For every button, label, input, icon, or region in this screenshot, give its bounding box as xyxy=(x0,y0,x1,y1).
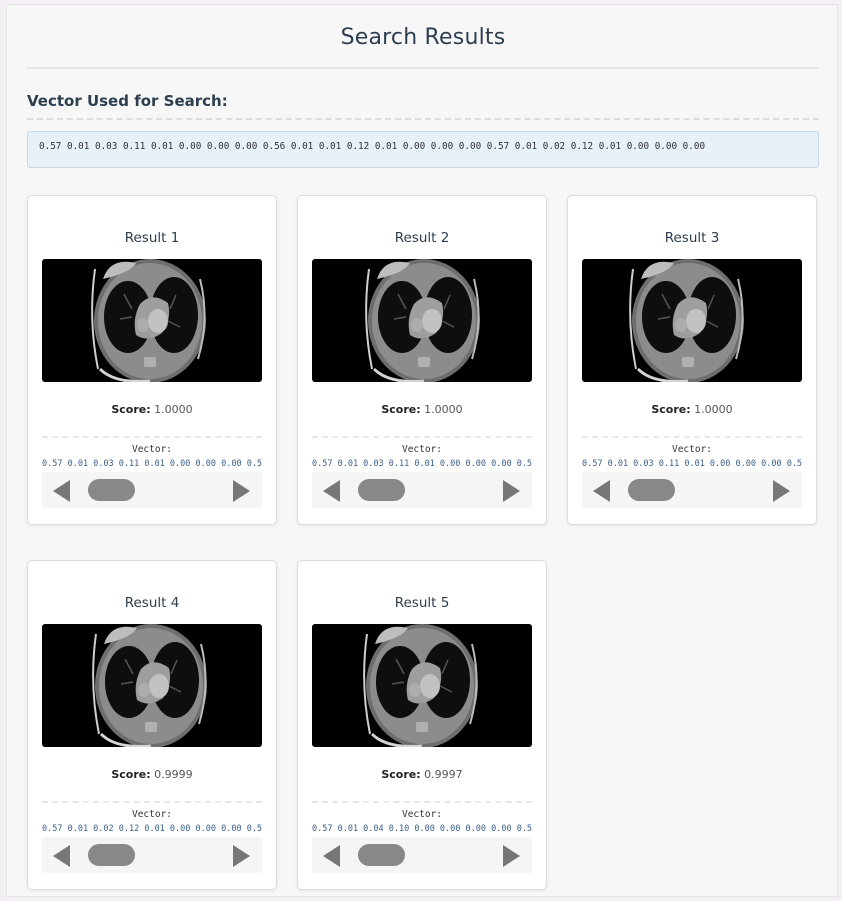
query-vector-box: 0.57 0.01 0.03 0.11 0.01 0.00 0.00 0.00 … xyxy=(27,131,819,168)
scroll-left-icon[interactable] xyxy=(323,480,340,502)
page-title: Search Results xyxy=(340,25,506,50)
card-divider xyxy=(312,801,532,803)
query-vector-heading: Vector Used for Search: xyxy=(27,92,228,110)
scroll-right-icon[interactable] xyxy=(503,480,520,502)
card-divider xyxy=(42,801,262,803)
result-card: Result 5 Score: 0.9997 Vector: 0.57 0.01… xyxy=(297,560,547,890)
result-title: Result 4 xyxy=(124,595,180,611)
scroll-left-icon[interactable] xyxy=(53,845,70,867)
score-value: 0.9999 xyxy=(154,768,193,781)
score-label: Score: xyxy=(381,403,421,416)
scroll-thumb[interactable] xyxy=(358,844,405,866)
result-vector-values: 0.57 0.01 0.03 0.11 0.01 0.00 0.00 0.00 … xyxy=(582,459,802,469)
result-vector-label: Vector: xyxy=(131,809,173,820)
scroll-thumb[interactable] xyxy=(358,479,405,501)
result-card: Result 1 Score: 1.0000 Vector: 0.57 0.01… xyxy=(27,195,277,525)
result-title: Result 2 xyxy=(394,230,450,246)
result-title: Result 1 xyxy=(124,230,180,246)
score-label: Score: xyxy=(111,403,151,416)
query-vector-divider xyxy=(27,118,819,120)
horizontal-scrollbar[interactable] xyxy=(312,472,532,508)
result-score: Score: 1.0000 xyxy=(568,403,816,416)
horizontal-scrollbar[interactable] xyxy=(42,472,262,508)
ct-scan-image xyxy=(312,259,532,382)
scroll-left-icon[interactable] xyxy=(593,480,610,502)
result-vector-values: 0.57 0.01 0.03 0.11 0.01 0.00 0.00 0.00 … xyxy=(42,459,262,469)
ct-scan-image xyxy=(312,624,532,747)
title-divider xyxy=(27,67,819,69)
result-card: Result 3 Score: 1.0000 Vector: 0.57 0.01… xyxy=(567,195,817,525)
result-title: Result 3 xyxy=(664,230,720,246)
search-results-panel: Search Results Vector Used for Search: 0… xyxy=(6,4,838,897)
score-value: 0.9997 xyxy=(424,768,463,781)
scroll-right-icon[interactable] xyxy=(233,480,250,502)
result-score: Score: 0.9999 xyxy=(28,768,276,781)
result-card: Result 4 Score: 0.9999 Vector: 0.57 0.01… xyxy=(27,560,277,890)
scroll-right-icon[interactable] xyxy=(773,480,790,502)
score-label: Score: xyxy=(381,768,421,781)
result-score: Score: 1.0000 xyxy=(298,403,546,416)
score-label: Score: xyxy=(111,768,151,781)
horizontal-scrollbar[interactable] xyxy=(42,837,262,873)
result-vector-label: Vector: xyxy=(131,444,173,455)
card-divider xyxy=(312,436,532,438)
scroll-thumb[interactable] xyxy=(88,844,135,866)
scroll-left-icon[interactable] xyxy=(53,480,70,502)
result-vector-values: 0.57 0.01 0.03 0.11 0.01 0.00 0.00 0.00 … xyxy=(312,459,532,469)
result-score: Score: 1.0000 xyxy=(28,403,276,416)
horizontal-scrollbar[interactable] xyxy=(582,472,802,508)
score-value: 1.0000 xyxy=(694,403,733,416)
result-vector-values: 0.57 0.01 0.02 0.12 0.01 0.00 0.00 0.00 … xyxy=(42,824,262,834)
result-vector-values: 0.57 0.01 0.04 0.10 0.00 0.00 0.00 0.00 … xyxy=(312,824,532,834)
horizontal-scrollbar[interactable] xyxy=(312,837,532,873)
ct-scan-image xyxy=(42,259,262,382)
card-divider xyxy=(582,436,802,438)
scroll-right-icon[interactable] xyxy=(233,845,250,867)
scroll-right-icon[interactable] xyxy=(503,845,520,867)
result-vector-label: Vector: xyxy=(401,444,443,455)
result-vector-label: Vector: xyxy=(671,444,713,455)
ct-scan-image xyxy=(42,624,262,747)
card-divider xyxy=(42,436,262,438)
scroll-thumb[interactable] xyxy=(628,479,675,501)
result-card: Result 2 Score: 1.0000 Vector: 0.57 0.01… xyxy=(297,195,547,525)
result-score: Score: 0.9997 xyxy=(298,768,546,781)
score-value: 1.0000 xyxy=(154,403,193,416)
result-vector-label: Vector: xyxy=(401,809,443,820)
score-value: 1.0000 xyxy=(424,403,463,416)
ct-scan-image xyxy=(582,259,802,382)
scroll-thumb[interactable] xyxy=(88,479,135,501)
scroll-left-icon[interactable] xyxy=(323,845,340,867)
result-title: Result 5 xyxy=(394,595,450,611)
score-label: Score: xyxy=(651,403,691,416)
